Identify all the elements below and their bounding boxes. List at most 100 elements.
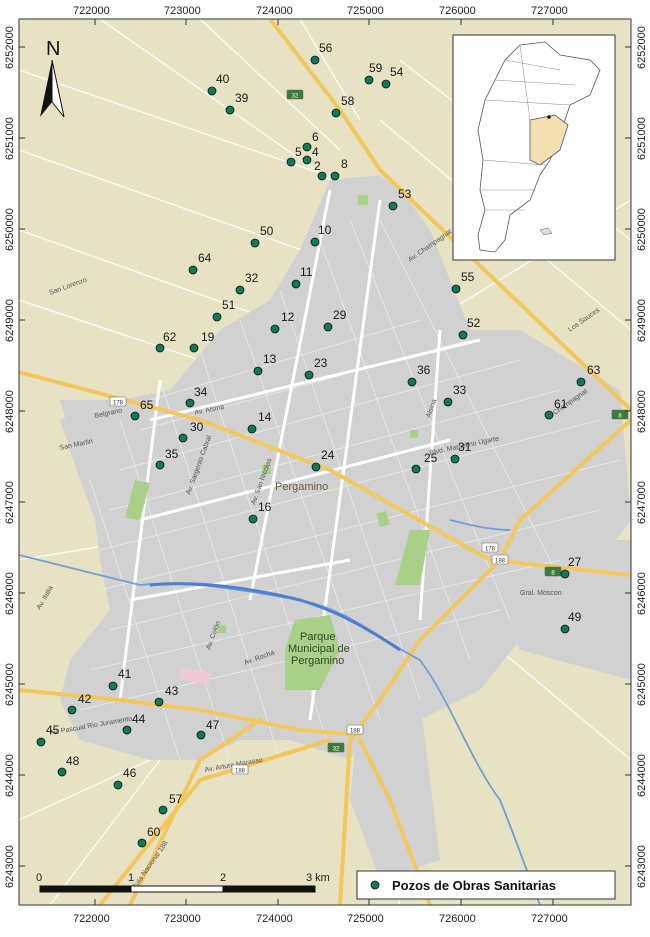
- well-marker-icon: [212, 312, 222, 322]
- well-label: 39: [235, 91, 249, 105]
- well-label: 52: [467, 316, 481, 330]
- street-label: Gral. Moscon: [520, 590, 562, 597]
- well-marker-icon: [560, 569, 570, 579]
- road-shield: 8: [544, 566, 562, 577]
- road-shield: 188: [346, 724, 364, 735]
- well-label: 43: [165, 684, 179, 698]
- well-marker-icon: [248, 514, 258, 524]
- scale-label-1: 1: [128, 872, 134, 884]
- well-marker-icon: [235, 285, 245, 295]
- well-marker-icon: [310, 237, 320, 247]
- x-tick-top: 722000: [73, 5, 110, 17]
- well-label: 40: [216, 72, 230, 86]
- well-marker-icon: [560, 624, 570, 634]
- y-tick-right: 6248000: [636, 390, 648, 433]
- road-shield: 188: [491, 554, 509, 565]
- well-label: 48: [66, 754, 80, 768]
- well-label: 53: [398, 187, 412, 201]
- city-label: Pergamino: [275, 481, 328, 493]
- well-label: 19: [201, 330, 215, 344]
- well-label: 44: [132, 712, 146, 726]
- y-tick-left: 6252000: [4, 26, 16, 69]
- well-marker-icon: [196, 730, 206, 740]
- well-marker-icon: [155, 460, 165, 470]
- svg-text:32: 32: [333, 747, 340, 753]
- well-label: 41: [118, 667, 132, 681]
- well-label: 49: [568, 610, 582, 624]
- well-label: 58: [341, 94, 355, 108]
- well-marker-icon: [36, 737, 46, 747]
- x-tick-top: 725000: [347, 5, 384, 17]
- y-tick-left: 6251000: [4, 117, 16, 160]
- well-label: 46: [123, 766, 137, 780]
- well-label: 60: [147, 825, 161, 839]
- road-shield: 178: [481, 542, 499, 553]
- y-tick-right: 6247000: [636, 481, 648, 524]
- well-label: 42: [78, 692, 92, 706]
- y-tick-right: 6244000: [636, 754, 648, 797]
- well-marker-icon: [57, 767, 67, 777]
- well-label: 31: [458, 440, 472, 454]
- well-marker-icon: [286, 157, 296, 167]
- well-label: 10: [318, 223, 332, 237]
- well-marker-icon: [411, 464, 421, 474]
- road-shield: 32: [286, 89, 304, 100]
- y-tick-left: 6245000: [4, 663, 16, 706]
- x-tick-bottom: 726000: [439, 913, 476, 925]
- well-label: 13: [263, 352, 277, 366]
- well-marker-icon: [323, 322, 333, 332]
- svg-text:188: 188: [350, 729, 361, 735]
- y-tick-left: 6243000: [4, 845, 16, 888]
- x-tick-bottom: 723000: [164, 913, 201, 925]
- well-label: 47: [206, 718, 220, 732]
- well-marker-icon: [185, 398, 195, 408]
- scale-label-2: 2: [220, 872, 226, 884]
- x-tick-top: 726000: [439, 5, 476, 17]
- well-label: 30: [190, 420, 204, 434]
- well-label: 12: [281, 310, 295, 324]
- y-tick-right: 6252000: [636, 26, 648, 69]
- road-shield: 188: [231, 764, 249, 775]
- well-marker-icon: [364, 75, 374, 85]
- well-label: 57: [169, 792, 183, 806]
- well-label: 63: [587, 363, 601, 377]
- y-tick-right: 6246000: [636, 572, 648, 615]
- well-label: 62: [163, 330, 177, 344]
- well-marker-icon: [310, 55, 320, 65]
- inset-map: [452, 34, 616, 261]
- road-shield: 178: [109, 396, 127, 407]
- well-label: 64: [198, 251, 212, 265]
- well-label: 4: [312, 145, 319, 159]
- well-marker-icon: [158, 805, 168, 815]
- x-tick-top: 727000: [531, 5, 568, 17]
- well-label: 8: [341, 157, 348, 171]
- well-marker-icon: [291, 279, 301, 289]
- well-label: 36: [417, 363, 431, 377]
- well-marker-icon: [451, 284, 461, 294]
- y-tick-left: 6246000: [4, 572, 16, 615]
- legend-label: Pozos de Obras Sanitarias: [392, 878, 556, 893]
- well-label: 51: [222, 298, 236, 312]
- well-label: 6: [312, 130, 319, 144]
- well-marker-icon: [67, 705, 77, 715]
- well-marker-icon: [450, 454, 460, 464]
- well-label: 59: [369, 61, 383, 75]
- well-marker-icon: [178, 433, 188, 443]
- well-marker-icon: [407, 377, 417, 387]
- x-tick-top: 723000: [164, 5, 201, 17]
- well-marker-icon: [130, 411, 140, 421]
- well-label: 29: [333, 308, 347, 322]
- map-figure: Pergamino Parque Municipal de Pergamino …: [0, 0, 650, 937]
- well-marker-icon: [388, 201, 398, 211]
- y-tick-left: 6248000: [4, 390, 16, 433]
- x-tick-top: 724000: [256, 5, 293, 17]
- inset-location-marker: [547, 115, 551, 119]
- well-label: 54: [390, 65, 404, 79]
- well-label: 32: [245, 271, 259, 285]
- well-marker-icon: [188, 265, 198, 275]
- well-marker-icon: [317, 171, 327, 181]
- y-tick-left: 6247000: [4, 481, 16, 524]
- well-label: 23: [314, 356, 328, 370]
- scale-label-3: 3 km: [306, 872, 330, 884]
- well-marker-icon: [443, 397, 453, 407]
